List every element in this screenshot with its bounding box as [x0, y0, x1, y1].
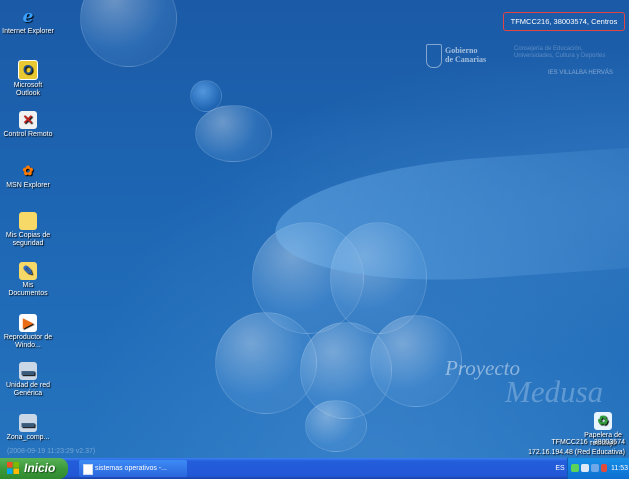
- windows-logo-icon: [7, 462, 19, 474]
- host-info-badge: TFMCC216, 38003574, Centros: [503, 12, 625, 31]
- desktop-icon-reproductor[interactable]: ▶ Reproductor de Windo...: [2, 314, 54, 350]
- tray-network-icon[interactable]: [571, 464, 579, 472]
- desktop-icon-label: Internet Explorer: [2, 28, 54, 35]
- desktop-icon-label: Zona_comp...: [6, 434, 50, 441]
- desktop-icon-control-remoto[interactable]: ✕ Control Remoto: [2, 111, 54, 139]
- desktop-icon-label: Unidad de red Genérica: [6, 382, 50, 397]
- remote-control-icon: ✕: [19, 111, 37, 129]
- desktop-icon-label: Mis Copias de seguridad: [5, 232, 51, 247]
- system-tray: 11:53: [567, 458, 629, 479]
- taskbar-window-label: sistemas operativos -...: [95, 465, 167, 472]
- tray-connection-icon[interactable]: [591, 464, 599, 472]
- wallpaper-bubble: [80, 0, 177, 67]
- start-button[interactable]: Inicio: [0, 458, 68, 479]
- taskbar-window-button[interactable]: sistemas operativos -...: [79, 460, 187, 477]
- desktop-icon-msn-explorer[interactable]: ✿ MSN Explorer: [2, 162, 54, 190]
- wallpaper-bubble: [195, 105, 272, 162]
- tray-security-icon[interactable]: [601, 464, 607, 472]
- internet-explorer-icon: e: [22, 7, 34, 27]
- desktop-icon-outlook[interactable]: O Microsoft Outlook: [2, 60, 54, 98]
- desktop-icon-label: Reproductor de Windo...: [3, 334, 53, 349]
- desktop-icon-mis-documentos[interactable]: ✎ Mis Documentos: [2, 262, 54, 298]
- taskbar: Inicio sistemas operativos -... ES 11:53: [0, 458, 629, 479]
- coat-of-arms-icon: [426, 44, 442, 68]
- media-player-icon: ▶: [19, 314, 37, 332]
- host-info-line: TFMCC216 - 38003574: [551, 439, 625, 446]
- language-indicator[interactable]: ES: [553, 458, 567, 479]
- host-network-info: TFMCC216 - 38003574 172.16.194.48 (Red E…: [528, 438, 625, 458]
- my-documents-icon: ✎: [19, 262, 37, 280]
- start-label: Inicio: [24, 461, 56, 475]
- desktop-icon-zona-comp[interactable]: ▬ Zona_comp...: [2, 414, 54, 442]
- tray-volume-icon[interactable]: [581, 464, 589, 472]
- desktop-icon-label: Microsoft Outlook: [13, 82, 43, 97]
- desktop-icon-label: Control Remoto: [3, 131, 53, 138]
- shared-zone-drive-icon: ▬: [19, 414, 37, 432]
- clock[interactable]: 11:53: [611, 458, 628, 479]
- desktop-icon-internet-explorer[interactable]: e Internet Explorer: [2, 8, 54, 36]
- msn-butterfly-icon: ✿: [22, 163, 34, 178]
- document-icon: [83, 464, 93, 475]
- network-drive-icon: ▬: [19, 362, 37, 380]
- desktop-icon-copias-seguridad[interactable]: Mis Copias de seguridad: [2, 212, 54, 248]
- recycle-bin-icon: ♻: [594, 412, 612, 430]
- host-info-line: 172.16.194.48 (Red Educativa): [528, 449, 625, 456]
- desktop-icon-label: Mis Documentos: [8, 282, 48, 297]
- school-name: IES VILLALBA HERVÁS: [548, 70, 613, 76]
- government-name: Gobierno de Canarias: [445, 46, 487, 64]
- version-timestamp: (2008-09-19 11:23:29 v2.37): [7, 448, 96, 455]
- consejeria-name: Consejería de Educación, Universidades, …: [514, 46, 606, 59]
- desktop-icon-unidad-red[interactable]: ▬ Unidad de red Genérica: [2, 362, 54, 398]
- outlook-icon: O: [18, 60, 38, 80]
- desktop[interactable]: e Internet Explorer O Microsoft Outlook …: [0, 0, 629, 458]
- branding-medusa: Medusa: [505, 374, 604, 409]
- desktop-icon-label: MSN Explorer: [6, 182, 50, 189]
- wallpaper-bubble: [305, 400, 367, 452]
- backup-folder-icon: [19, 212, 37, 230]
